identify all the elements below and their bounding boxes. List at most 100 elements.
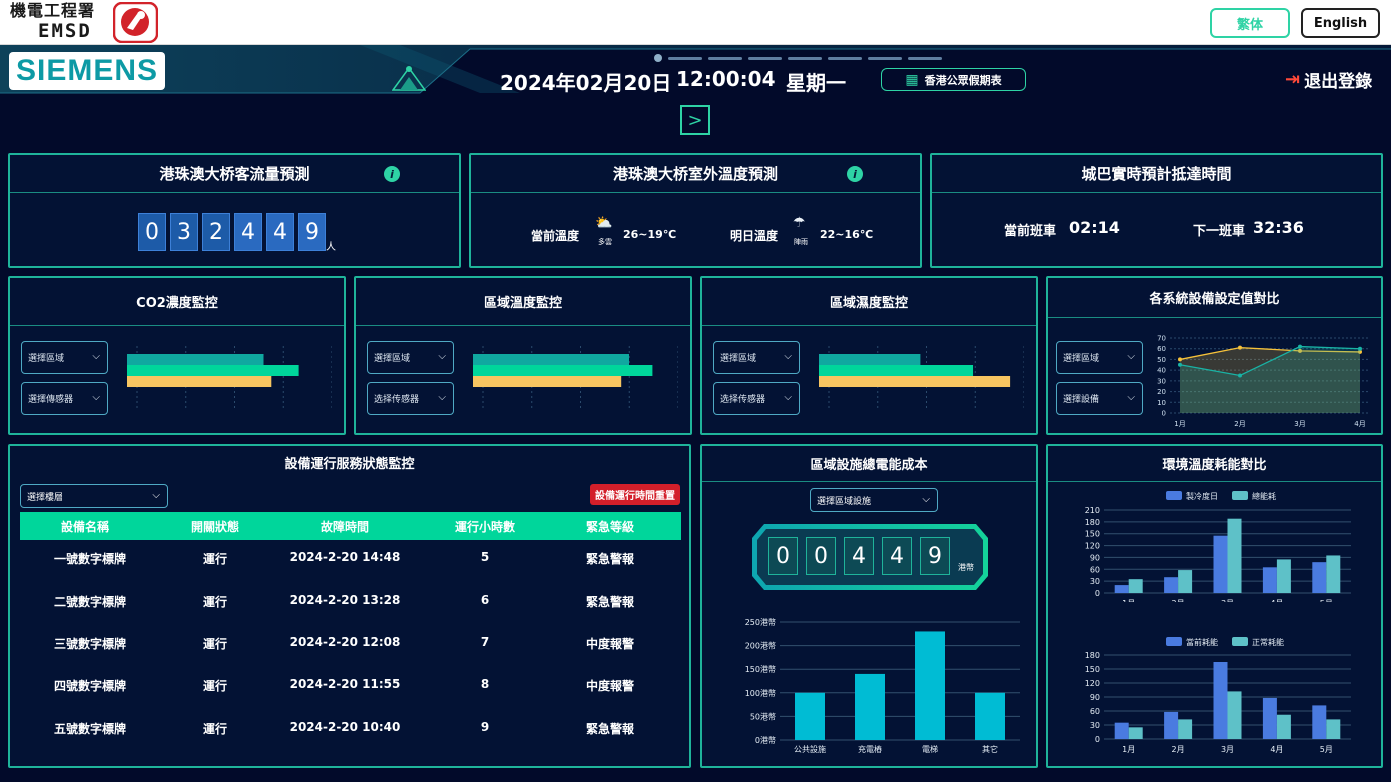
emsd-chinese-name: 機電工程署 [10, 1, 96, 20]
passenger-count-digits: 0 3 2 4 4 9 [138, 213, 326, 251]
y-tick-label: 0港幣 [755, 735, 776, 745]
bar [1178, 570, 1193, 593]
page-dot[interactable] [868, 56, 902, 60]
cooling-vs-total-chart: 製冷度日 總能耗 0 30 60 90 120 150 180 210 1月 2月 3月 4月 5月 [1085, 491, 1351, 602]
cell-urgency: 緊急警報 [585, 552, 634, 566]
area-select[interactable]: 選擇區域 ⌵ [21, 341, 108, 374]
y-tick-label: 180 [1085, 518, 1100, 527]
x-tick-label: 4月 [1270, 599, 1283, 602]
table-row[interactable]: 五號數字標牌 運行 2024-2-20 10:40 9 緊急警報 [20, 720, 681, 742]
y-tick-label: 10 [1157, 399, 1166, 407]
table-row[interactable]: 二號數字標牌 運行 2024-2-20 13:28 6 緊急警報 [20, 593, 681, 615]
y-tick-label: 150港幣 [745, 664, 776, 674]
legend-swatch [1232, 637, 1248, 646]
cell-hours: 8 [480, 677, 490, 691]
page-dot[interactable] [708, 56, 742, 60]
bar [1128, 727, 1143, 739]
x-tick-label: 1月 [1174, 420, 1185, 428]
bar [1128, 579, 1143, 593]
data-point [1298, 344, 1302, 349]
area-humidity-panel: 區域濕度監控 選擇區域 ⌵ 选择传感器 ⌵ [700, 276, 1038, 435]
digit: 2 [202, 213, 230, 251]
page-dot[interactable] [748, 56, 782, 60]
sensor-select[interactable]: 选择传感器 ⌵ [713, 382, 800, 415]
passenger-forecast-panel: 港珠澳大桥客流量預測 i 0 3 2 4 4 9 人 [8, 153, 461, 268]
public-holiday-button[interactable]: ▦ 香港公眾假期表 [881, 68, 1026, 91]
chevron-down-icon: ⌵ [1127, 351, 1135, 362]
table-row[interactable]: 一號數字標牌 運行 2024-2-20 14:48 5 緊急警報 [20, 550, 681, 572]
bar [1312, 705, 1327, 739]
sensor-select-text: 选择传感器 [720, 395, 766, 405]
cloudy-icon: ⛅ [595, 215, 613, 231]
cell-fault-time: 2024-2-20 14:48 [289, 550, 401, 564]
bar [1312, 562, 1327, 593]
cell-name: 二號數字標牌 [53, 595, 126, 609]
bar [1213, 535, 1228, 593]
tomorrow-temp-label: 明日溫度 [730, 229, 779, 243]
cell-status: 運行 [202, 637, 227, 651]
chevron-down-icon: ⌵ [152, 490, 160, 501]
data-point [1238, 345, 1242, 350]
page-dot[interactable] [908, 56, 942, 60]
bar [1326, 719, 1341, 739]
area-select[interactable]: 選擇區域 ⌵ [367, 341, 454, 374]
cell-hours: 7 [480, 635, 490, 649]
area-select-text: 選擇區域 [720, 354, 757, 364]
english-button[interactable]: English [1301, 8, 1380, 38]
header-weekday: 星期一 [786, 71, 846, 95]
y-tick-label: 90 [1090, 693, 1100, 702]
area-select[interactable]: 選擇區域 ⌵ [1056, 341, 1143, 374]
bus-arrival-panel: 城巴實時預計抵達時間 當前班車 02:14 下一班車 32:36 [930, 153, 1383, 268]
logout-label: 退出登錄 [1304, 72, 1373, 92]
page-indicator [654, 54, 942, 62]
bar [819, 354, 921, 365]
area-temperature-bar-chart [473, 346, 678, 408]
traditional-chinese-button[interactable]: 繁体 [1210, 8, 1290, 38]
bar [473, 376, 622, 387]
bar [127, 376, 272, 387]
digit: 4 [844, 537, 874, 575]
chevron-down-icon: ⌵ [92, 351, 100, 362]
setpoint-comparison-panel: 各系統設備設定值對比 選擇區域 ⌵ 選擇設備 ⌵ 0 10 20 30 40 50 60 70 1月… [1046, 276, 1383, 435]
bar [127, 365, 299, 376]
cell-urgency: 中度報警 [585, 637, 634, 651]
x-tick-label: 5月 [1320, 745, 1333, 754]
area-select-text: 選擇區域 [374, 354, 411, 364]
y-tick-label: 0 [1095, 735, 1100, 744]
x-tick-label: 公共設施 [794, 744, 826, 754]
page-dot[interactable] [788, 56, 822, 60]
bar [1114, 585, 1129, 593]
energy-cost-panel: 區域設施總電能成本 選擇區域設施 ⌵ 0 0 4 4 9 港幣 0港幣 50港幣 10… [700, 444, 1038, 768]
area-select[interactable]: 選擇區域 ⌵ [713, 341, 800, 374]
facility-select[interactable]: 選擇區域設施 ⌵ [810, 488, 938, 512]
chevron-down-icon: ⌵ [438, 392, 446, 403]
facility-select-text: 選擇區域設施 [817, 496, 872, 507]
info-icon[interactable]: i [384, 166, 400, 182]
area-select-text: 選擇區域 [28, 354, 65, 364]
cell-status: 運行 [202, 595, 227, 609]
page-dot-active[interactable] [654, 54, 662, 62]
floor-select[interactable]: 選擇樓層 ⌵ [20, 484, 168, 508]
info-icon[interactable]: i [847, 166, 863, 182]
cell-hours: 5 [480, 550, 490, 564]
digit: 4 [234, 213, 262, 251]
sensor-select[interactable]: 选择传感器 ⌵ [367, 382, 454, 415]
table-row[interactable]: 三號數字標牌 運行 2024-2-20 12:08 7 中度報警 [20, 635, 681, 657]
reset-runtime-button[interactable]: 設備運行時間重置 [590, 484, 680, 505]
digit: 4 [882, 537, 912, 575]
device-select[interactable]: 選擇設備 ⌵ [1056, 382, 1143, 415]
data-point [1178, 357, 1182, 362]
bar [1262, 697, 1277, 739]
sensor-select-text: 选择传感器 [374, 395, 420, 405]
legend-swatch [1166, 637, 1182, 646]
sensor-select[interactable]: 選擇傳感器 ⌵ [21, 382, 108, 415]
page-dot[interactable] [668, 56, 702, 60]
y-tick-label: 150 [1085, 530, 1100, 539]
chevron-down-icon: ⌵ [784, 351, 792, 362]
table-row[interactable]: 四號數字標牌 運行 2024-2-20 11:55 8 中度報警 [20, 677, 681, 699]
page-dot[interactable] [828, 56, 862, 60]
chevron-right-icon[interactable]: > [680, 105, 710, 135]
logout-button[interactable]: ⇥ 退出登錄 [1285, 67, 1372, 92]
cell-hours: 9 [480, 720, 490, 734]
y-tick-label: 60 [1090, 565, 1100, 574]
